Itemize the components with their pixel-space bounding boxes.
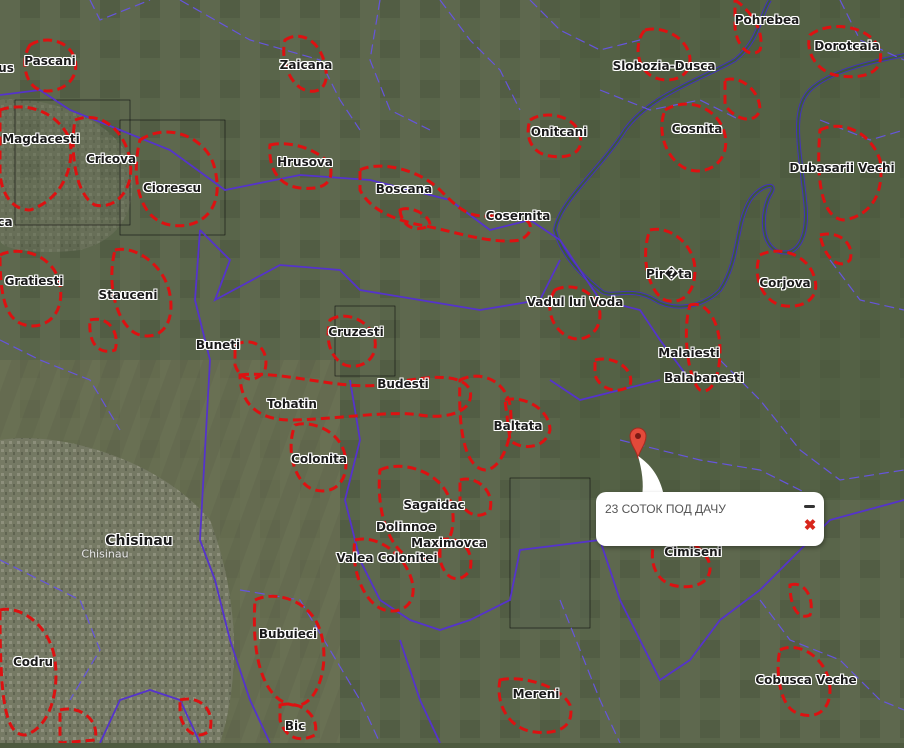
infowindow-tail <box>638 456 664 496</box>
place-label: Slobozia-Dusca <box>612 59 716 73</box>
place-label: Chisinau <box>81 547 129 561</box>
place-label: Dolinnoe <box>376 520 436 534</box>
place-label: Balabanesti <box>664 371 744 385</box>
place-label: ca <box>0 215 13 229</box>
place-label: Buneti <box>195 338 241 352</box>
place-label: Pir�ta <box>645 267 693 281</box>
map-canvas[interactable]: us Pascani Zaicana Pohrebea Dorotcaia Slobozi… <box>0 0 904 745</box>
place-label: Dubasarii Vechi <box>789 161 895 175</box>
infowindow-text: 23 СОТОК ПОД ДАЧУ <box>605 502 726 516</box>
place-label: us <box>0 61 14 75</box>
place-label: Vadul lui Voda <box>526 295 624 309</box>
place-label: Stauceni <box>98 288 158 302</box>
place-label: Ciorescu <box>142 181 202 195</box>
place-label: Sagaidac <box>403 498 465 512</box>
place-label: Tohatin <box>267 397 317 411</box>
place-label: Cruzesti <box>328 325 384 339</box>
place-label: Pohrebea <box>734 13 800 27</box>
place-label: Onitcani <box>530 125 588 139</box>
place-label: Baltata <box>493 419 543 433</box>
place-label: Malaiesti <box>658 346 720 360</box>
place-label: Cobusca Veche <box>755 673 857 687</box>
place-label: Mereni <box>512 687 560 701</box>
place-label: Bic <box>284 719 306 733</box>
place-label: Magdacesti <box>2 132 80 146</box>
place-label: Maximovca <box>411 536 487 550</box>
place-label: Dorotcaia <box>814 39 880 53</box>
map-pin-body[interactable] <box>629 427 647 460</box>
place-label: Colonita <box>291 452 347 466</box>
place-label: Cricova <box>85 152 137 166</box>
place-label: Cosnita <box>671 122 723 136</box>
place-label: Codru <box>12 655 54 669</box>
place-label: Boscana <box>375 182 433 196</box>
minimize-icon[interactable] <box>804 503 816 509</box>
terrain-east <box>560 0 904 500</box>
place-label: Pascani <box>24 54 76 68</box>
map-pin-dot <box>635 433 641 439</box>
place-label: Zaicana <box>279 58 333 72</box>
close-icon[interactable]: ✖ <box>803 518 817 533</box>
place-label: Cosernita <box>485 209 551 223</box>
map-pin-icon[interactable] <box>628 426 648 460</box>
place-label: Budesti <box>377 377 429 391</box>
terrain-tile <box>510 480 590 630</box>
satellite-map[interactable] <box>0 0 904 745</box>
infowindow[interactable]: 23 СОТОК ПОД ДАЧУ ✖ <box>596 492 824 546</box>
place-label: Valea Colonitei <box>336 551 438 565</box>
place-label: Corjova <box>759 276 811 290</box>
place-label: Hrusova <box>277 155 333 169</box>
place-label: Bubuieci <box>258 627 318 641</box>
place-label: Cimiseni <box>664 545 722 559</box>
place-label: Gratiesti <box>4 274 64 288</box>
